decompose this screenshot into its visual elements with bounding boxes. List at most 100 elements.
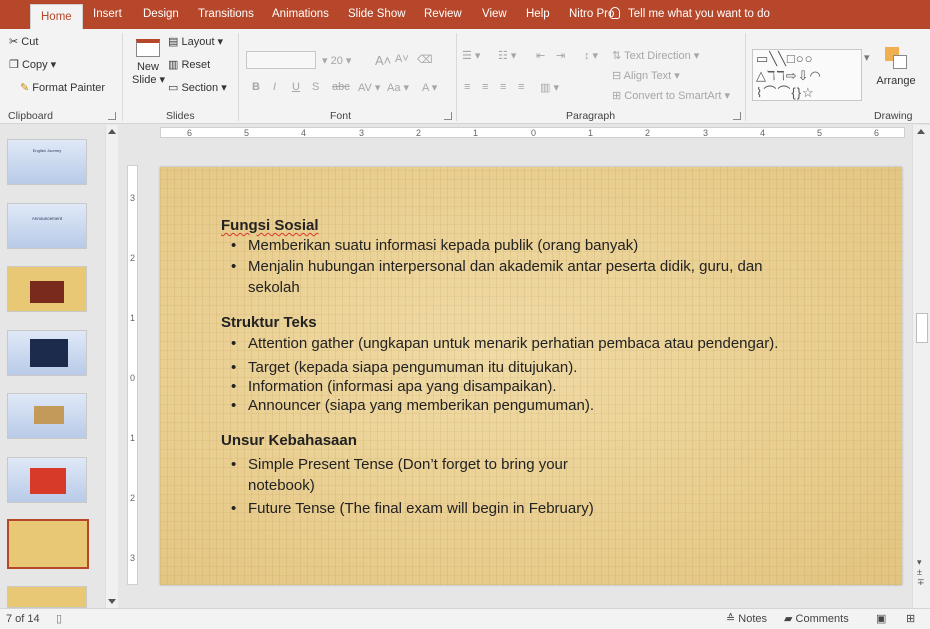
- change-case-button[interactable]: Aa ▾: [387, 81, 409, 94]
- spellcheck-icon[interactable]: ▯: [56, 609, 62, 629]
- thumbnails-scrollbar[interactable]: [105, 125, 118, 608]
- slide-count: 7 of 14: [6, 613, 40, 625]
- slide-thumbnail-2[interactable]: Announcement: [7, 203, 87, 249]
- bullet-text: Target (kepada siapa pengumuman itu ditu…: [248, 359, 578, 376]
- convert-smartart-button[interactable]: ⊞ Convert to SmartArt ▾: [612, 89, 730, 102]
- bullet-item[interactable]: • Information (informasi apa yang disampa…: [231, 376, 557, 397]
- comments-button[interactable]: ▰ Comments: [784, 609, 849, 629]
- arrange-button[interactable]: Arrange: [876, 47, 916, 107]
- font-launcher[interactable]: [444, 112, 452, 120]
- clear-format-icon[interactable]: ⌫: [417, 53, 433, 66]
- tab-help[interactable]: Help: [524, 0, 552, 29]
- heading-unsur-kebahasaan[interactable]: Unsur Kebahasaan: [221, 432, 357, 449]
- align-center-icon[interactable]: ≡: [482, 81, 488, 93]
- new-slide-button[interactable]: New Slide ▾: [132, 35, 165, 105]
- tab-insert[interactable]: Insert: [91, 0, 124, 29]
- scroll-up-icon[interactable]: [917, 129, 925, 134]
- bullet-text: Memberikan suatu informasi kepada publik…: [248, 237, 639, 254]
- scroll-up-icon[interactable]: [108, 129, 116, 134]
- bullet-continuation[interactable]: notebook): [248, 475, 315, 496]
- bullet-item[interactable]: • Announcer (siapa yang memberikan pengum…: [231, 395, 594, 416]
- bullet-item[interactable]: • Future Tense (The final exam will begin…: [231, 498, 594, 519]
- tab-home[interactable]: Home: [30, 4, 83, 29]
- bullet-continuation[interactable]: sekolah: [248, 277, 300, 298]
- numbering-button[interactable]: ☷ ▾: [498, 49, 516, 62]
- slide-thumbnail-8[interactable]: [7, 586, 87, 608]
- tab-review[interactable]: Review: [422, 0, 464, 29]
- tell-me-box[interactable]: Tell me what you want to do: [610, 0, 770, 29]
- tab-design[interactable]: Design: [141, 0, 181, 29]
- paragraph-launcher[interactable]: [733, 112, 741, 120]
- scroll-down-icon[interactable]: [108, 599, 116, 604]
- copy-button[interactable]: ❐ Copy ▾: [9, 58, 56, 71]
- slide-thumbnail-5[interactable]: [7, 393, 87, 439]
- tab-transitions[interactable]: Transitions: [196, 0, 256, 29]
- tab-animations[interactable]: Animations: [270, 0, 331, 29]
- bullets-button[interactable]: ☰ ▾: [462, 49, 480, 62]
- bullet-item[interactable]: • Menjalin hubungan interpersonal dan aka…: [231, 256, 763, 277]
- char-spacing-button[interactable]: AV ▾: [358, 81, 380, 94]
- tab-nitro-pro[interactable]: Nitro Pro: [567, 0, 616, 29]
- editor-scrollbar[interactable]: ▾ ± ∓: [912, 125, 930, 608]
- bullet-item[interactable]: • Target (kepada siapa pengumuman itu dit…: [231, 357, 578, 378]
- increase-indent-icon[interactable]: ⇥: [556, 49, 565, 62]
- tab-slide-show[interactable]: Slide Show: [346, 0, 408, 29]
- italic-button[interactable]: I: [273, 81, 276, 93]
- scroll-thumb[interactable]: [916, 313, 928, 343]
- heading-text: Fungsi Sosial: [221, 217, 319, 234]
- decrease-indent-icon[interactable]: ⇤: [536, 49, 545, 62]
- change-case-label: Aa: [387, 82, 401, 94]
- bullet-item[interactable]: • Memberikan suatu informasi kepada publi…: [231, 235, 639, 256]
- font-color-label: A: [422, 82, 429, 94]
- reset-button[interactable]: ▥ Reset: [168, 58, 210, 71]
- font-color-button[interactable]: A ▾: [422, 81, 437, 94]
- notes-button[interactable]: ≙ Notes: [726, 609, 767, 629]
- slide-thumbnail-1[interactable]: English Journey: [7, 139, 87, 185]
- grow-font-button[interactable]: A˄: [375, 53, 391, 68]
- font-name-combo[interactable]: [246, 51, 316, 69]
- heading-fungsi-sosial[interactable]: Fungsi Sosial: [221, 217, 319, 234]
- heading-struktur-teks[interactable]: Struktur Teks: [221, 314, 317, 331]
- bullet-icon: •: [231, 378, 237, 395]
- new-slide-label-1: New: [136, 61, 159, 73]
- align-left-icon[interactable]: ≡: [464, 81, 470, 93]
- clipboard-group-label: Clipboard: [8, 110, 53, 122]
- text-direction-button[interactable]: ⇅ Text Direction ▾: [612, 49, 699, 62]
- format-painter-button[interactable]: ✎ Format Painter: [20, 81, 105, 94]
- slide-thumbnail-6[interactable]: [7, 457, 87, 503]
- cut-button[interactable]: ✂ Cut: [9, 35, 38, 48]
- bullet-item[interactable]: • Attention gather (ungkapan untuk menari…: [231, 333, 778, 354]
- strikethrough-button[interactable]: abc: [332, 81, 350, 93]
- bullet-icon: •: [231, 456, 237, 473]
- bullet-item[interactable]: • Simple Present Tense (Don’t forget to b…: [231, 454, 568, 475]
- slide-sorter-icon[interactable]: ⊞: [906, 609, 915, 629]
- bullets-icon: ☰: [462, 50, 472, 62]
- font-size-combo[interactable]: ▾ 20 ▾: [322, 54, 351, 67]
- heading-text: Struktur Teks: [221, 314, 317, 331]
- divider: [122, 33, 123, 121]
- align-right-icon[interactable]: ≡: [500, 81, 506, 93]
- bullet-text: Information (informasi apa yang disampai…: [248, 378, 557, 395]
- bold-button[interactable]: B: [252, 81, 260, 93]
- gallery-more-icon[interactable]: ▾: [864, 51, 870, 64]
- arrange-label: Arrange: [876, 75, 916, 87]
- slide-thumbnail-7-selected[interactable]: [7, 519, 89, 569]
- slide-thumbnail-3[interactable]: [7, 266, 87, 312]
- underline-button[interactable]: U: [292, 81, 300, 93]
- normal-view-icon[interactable]: ▣: [876, 609, 886, 629]
- slide-thumbnail-4[interactable]: [7, 330, 87, 376]
- line-spacing-icon[interactable]: ↕ ▾: [584, 49, 598, 62]
- font-size-value: 20: [330, 55, 343, 67]
- scroll-nav-icons[interactable]: ▾ ± ∓: [917, 557, 925, 587]
- section-button[interactable]: ▭ Section ▾: [168, 81, 227, 94]
- justify-icon[interactable]: ≡: [518, 81, 524, 93]
- tab-view[interactable]: View: [480, 0, 509, 29]
- columns-icon[interactable]: ▥ ▾: [540, 81, 559, 94]
- align-text-button[interactable]: ⊟ Align Text ▾: [612, 69, 680, 82]
- shadow-button[interactable]: S: [312, 81, 319, 93]
- slide-canvas[interactable]: Fungsi Sosial • Memberikan suatu informas…: [160, 167, 902, 585]
- layout-button[interactable]: ▤ Layout ▾: [168, 35, 223, 48]
- clipboard-launcher[interactable]: [108, 112, 116, 120]
- shrink-font-button[interactable]: A˅: [395, 53, 409, 65]
- shapes-gallery[interactable]: ▭╲╲□○○ △ℸℸ⇨⇩◠ ⌇⌒⌒{}☆: [752, 49, 862, 101]
